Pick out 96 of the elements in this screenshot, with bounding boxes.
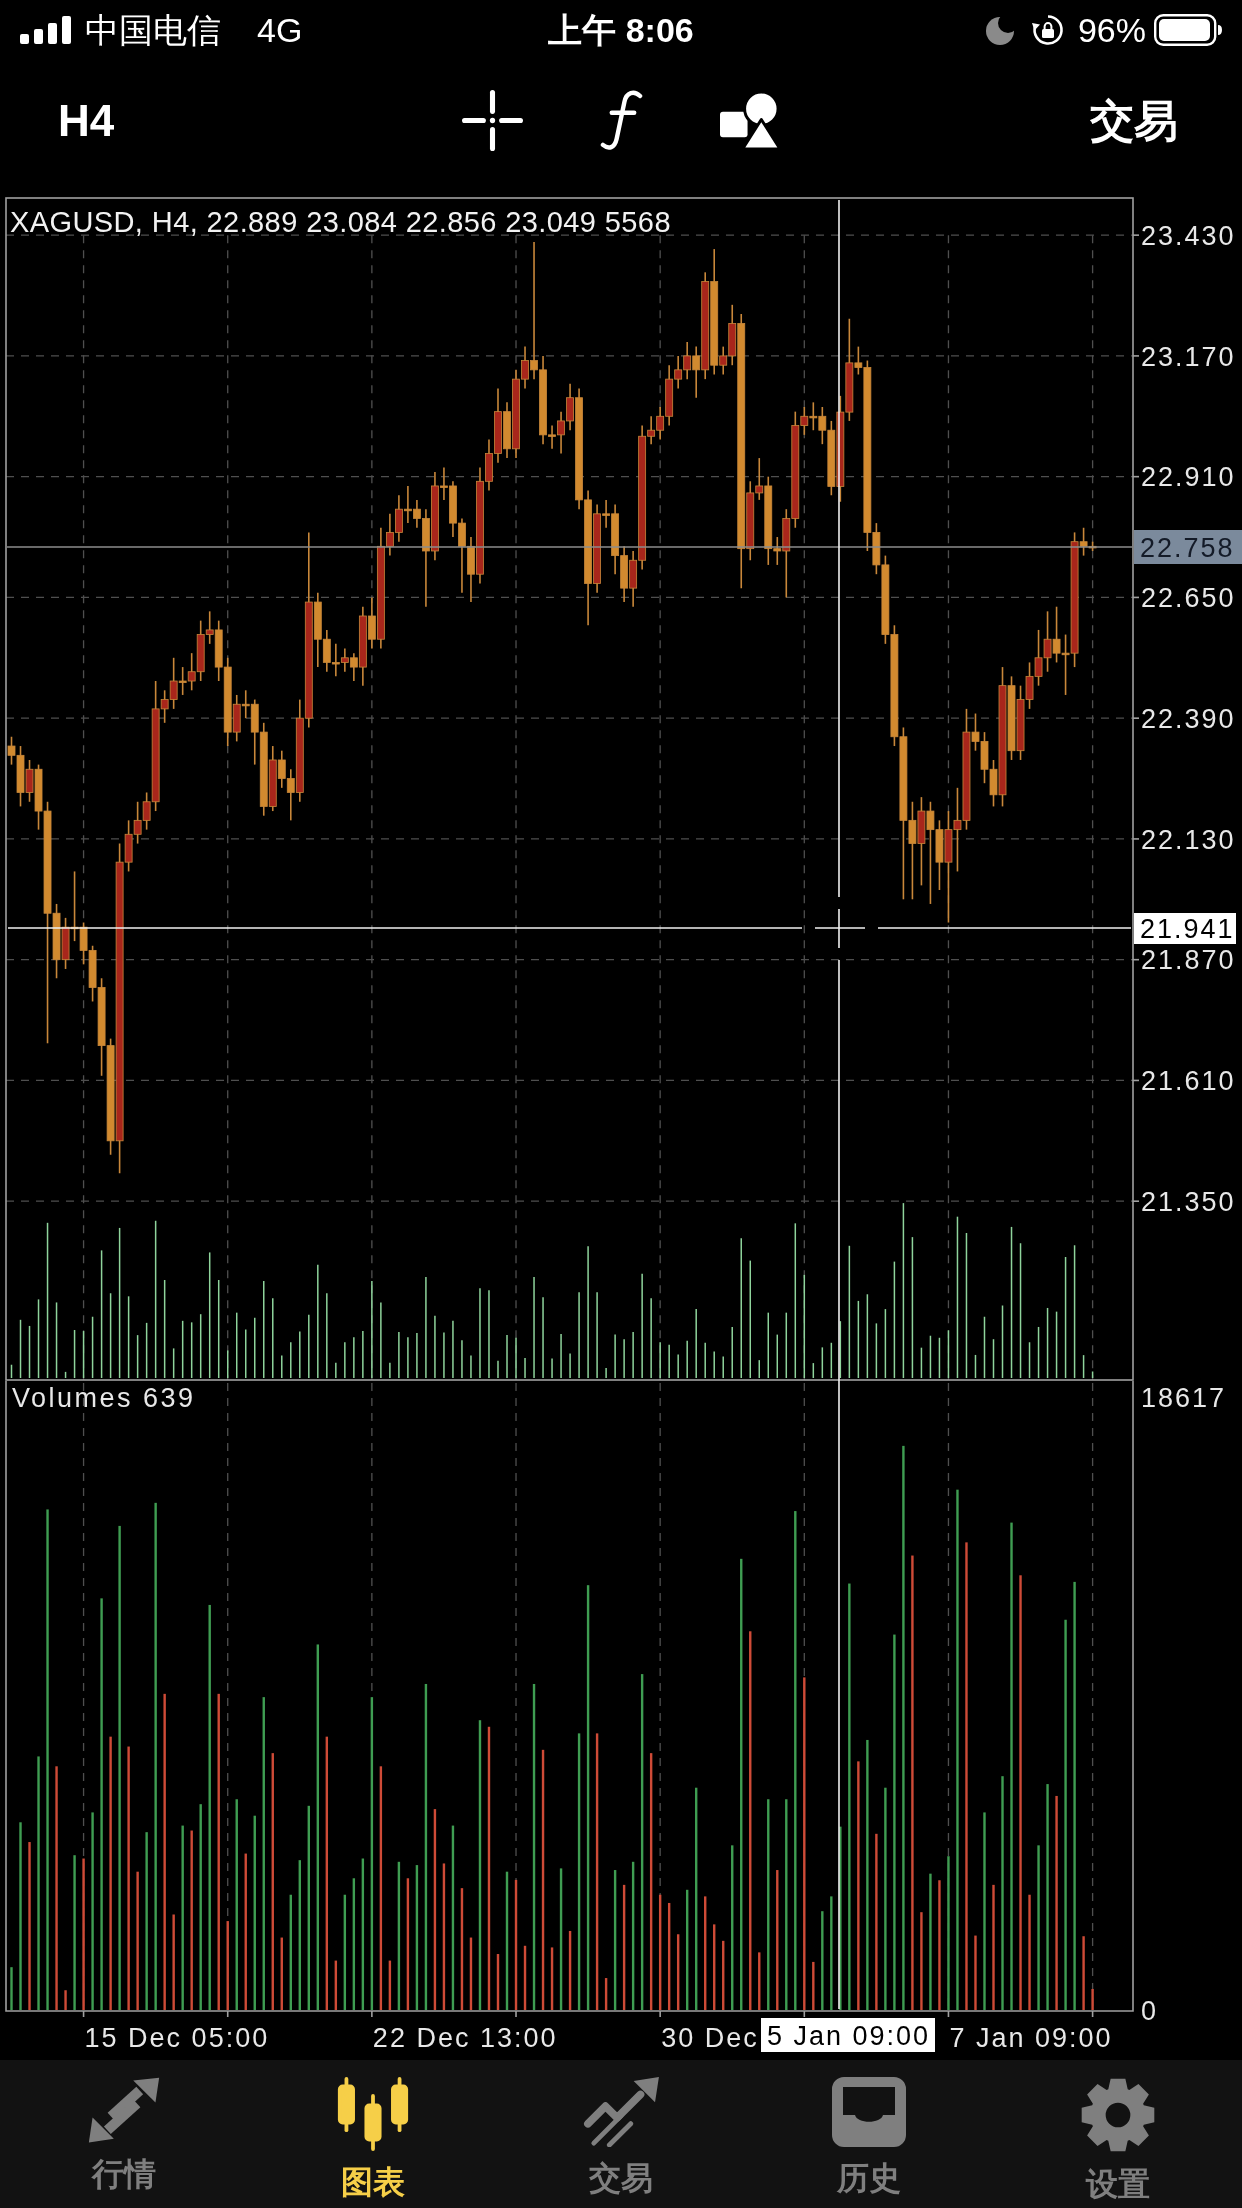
bar [199,1804,202,2010]
bar [848,1583,851,2010]
time-axis-label: 30 Dec [661,2023,759,2053]
bar [91,1812,94,2010]
battery-percent: 96% [1077,10,1146,50]
price-axis-label: 21.350 [1141,1186,1236,1217]
bar [28,1842,31,2010]
function-icon[interactable] [599,90,643,151]
shapes-icon[interactable] [719,90,781,151]
bar [812,1961,815,2010]
bar [100,1598,103,2010]
bar [145,1832,148,2010]
bar [866,1739,869,2010]
tab[interactable]: 历史 [745,2060,994,2208]
bar [55,1766,58,2010]
price-axis-label: 22.910 [1141,462,1236,493]
crosshair-icon[interactable] [461,90,523,151]
bar [938,1880,941,2010]
trend-arrow-icon [582,2077,660,2147]
bar [929,1873,932,2010]
bar [1028,1894,1031,2010]
bar [1055,1795,1058,2010]
tab[interactable]: 行情 [0,2060,249,2208]
bar [803,1677,806,2010]
carrier-name: 中国电信 [85,10,221,50]
bar [37,1756,40,2010]
price-axis-label: 23.170 [1141,341,1236,372]
bar [109,1736,112,2010]
bar [830,1896,833,2010]
time-axis-label: 7 Jan 09:00 [949,2023,1113,2053]
time-axis-label: 15 Dec 05:00 [84,2023,270,2053]
rotation-lock-icon [1031,14,1064,46]
bar [875,1833,878,2010]
moon-icon [985,15,1016,45]
bar [893,1634,896,2010]
bar [181,1825,184,2010]
crosshair-time-tag: 5 Jan 09:00 [761,2018,935,2052]
crosshair-price-tag: 21.941 [1134,913,1236,944]
network-type: 4G [257,10,303,50]
bar [902,1445,905,2010]
bar [127,1746,130,2010]
current-price-tag: 22.758 [1134,530,1242,564]
volume-axis-label: 18617 [1141,1382,1227,1413]
bar [172,1914,175,2010]
bar [947,1856,950,2010]
bar [821,1911,824,2010]
bar [974,1935,977,2010]
bar [1019,1575,1022,2010]
timeframe-button[interactable]: H4 [58,95,115,146]
bar [190,1830,193,2010]
tab[interactable]: 图表 [248,2060,497,2208]
bar [154,1502,157,2010]
signal-icon [20,16,73,44]
bar [920,1912,923,2010]
gear-icon [1079,2077,1156,2153]
bar [1037,1845,1040,2010]
bar [911,1555,914,2010]
price-axis-label: 21.870 [1141,945,1236,976]
time-axis-label: 22 Dec 13:00 [372,2023,558,2053]
bar [1064,1619,1067,2010]
bar [136,1871,139,2010]
bar [956,1489,959,2010]
bar [1073,1581,1076,2010]
tab[interactable]: 交易 [496,2060,746,2208]
clock-time: 上午 8:06 [548,10,694,50]
bar [1046,1784,1049,2010]
double-arrow-icon [87,2077,162,2143]
bar [983,1812,986,2010]
price-axis-label: 23.430 [1141,220,1236,251]
volume-legend: Volumes 639 [12,1383,196,1413]
bar [118,1525,121,2010]
bar [1082,1936,1085,2010]
price-axis-label: 22.390 [1141,703,1236,734]
bar [64,1990,67,2010]
bar [1091,1988,1094,2010]
bar [884,1787,887,2010]
chart-legend: XAGUSD, H4, 22.889 23.084 22.856 23.049 5568 [10,206,671,238]
bar [19,1822,22,2010]
bar [1010,1522,1013,2010]
price-axis-label: 22.130 [1141,824,1236,855]
battery-icon [1154,14,1222,46]
bar [965,1542,968,2010]
volume-axis-label: 0 [1141,1995,1159,2026]
bar [10,1967,13,2010]
tray-icon [832,2077,907,2147]
trade-button[interactable]: 交易 [1090,94,1178,147]
bar [1001,1776,1004,2010]
bar [73,1855,76,2010]
price-axis-label: 22.650 [1141,583,1236,614]
bar [163,1693,166,2010]
price-axis-label: 21.610 [1141,1066,1236,1097]
bar [857,1761,860,2010]
tab[interactable]: 设置 [993,2060,1242,2208]
bar [82,1858,85,2010]
bar [46,1509,49,2010]
bar [992,1884,995,2010]
